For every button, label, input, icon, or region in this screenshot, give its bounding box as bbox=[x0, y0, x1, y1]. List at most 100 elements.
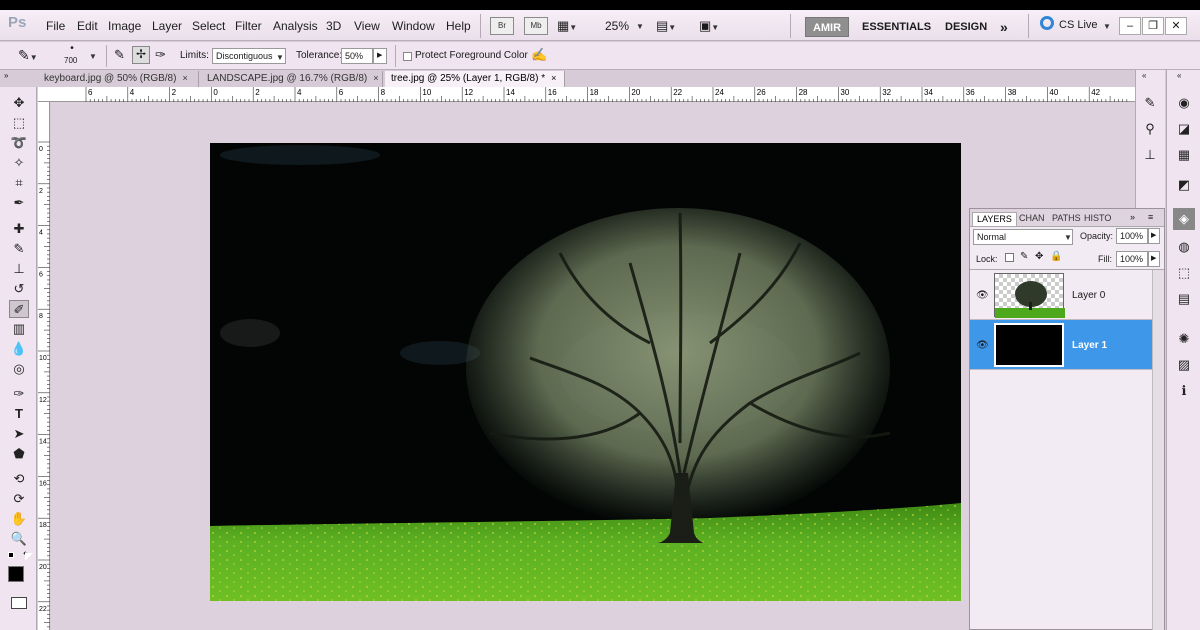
healing-brush-tool-icon[interactable]: ✚ bbox=[9, 220, 29, 238]
menu-help[interactable]: Help bbox=[446, 19, 471, 33]
clone-stamp-tool-icon[interactable]: ⊥ bbox=[9, 260, 29, 278]
lock-all-icon[interactable]: 🔒 bbox=[1050, 251, 1062, 262]
limits-select[interactable]: Discontiguous bbox=[212, 48, 286, 64]
layer-name[interactable]: Layer 1 bbox=[1072, 340, 1107, 351]
swatches-icon[interactable]: ▦ bbox=[1173, 144, 1195, 166]
cs-live-button[interactable]: CS Live bbox=[1059, 19, 1098, 31]
menu-analysis[interactable]: Analysis bbox=[273, 19, 318, 33]
info-icon[interactable]: ℹ bbox=[1173, 380, 1195, 402]
tab-history[interactable]: HISTO bbox=[1080, 212, 1115, 226]
navigator-icon[interactable]: ◉ bbox=[1173, 92, 1195, 114]
lasso-tool-icon[interactable]: ➰ bbox=[9, 134, 29, 152]
brush-presets-icon[interactable]: ✎ bbox=[1139, 92, 1161, 114]
tablet-pressure-icon[interactable]: ✍ bbox=[531, 47, 547, 63]
menu-layer[interactable]: Layer bbox=[152, 19, 182, 33]
fill-input[interactable]: 100% bbox=[1116, 251, 1148, 267]
more-workspaces-icon[interactable]: » bbox=[1000, 17, 1008, 37]
lock-pixels-icon[interactable]: ✎ bbox=[1020, 251, 1028, 262]
eyedropper-tool-icon[interactable]: ✒ bbox=[9, 194, 29, 212]
zoom-tool-icon[interactable]: 🔍 bbox=[9, 530, 29, 548]
3d-icon[interactable]: ✺ bbox=[1173, 328, 1195, 350]
menu-filter[interactable]: Filter bbox=[235, 19, 262, 33]
shape-tool-icon[interactable]: ⬟ bbox=[9, 445, 29, 463]
opacity-arrow-icon[interactable]: ▶ bbox=[1148, 228, 1160, 244]
sampling-continuous-icon[interactable]: ✎ bbox=[114, 47, 125, 63]
close-icon[interactable]: ✕ bbox=[1165, 17, 1187, 35]
tab-close-icon[interactable]: × bbox=[182, 73, 187, 83]
panel-menu-icon[interactable]: ≡ bbox=[1148, 212, 1153, 222]
zoom-caret-icon[interactable]: ▼ bbox=[636, 22, 644, 31]
crop-tool-icon[interactable]: ⌗ bbox=[9, 174, 29, 192]
minimize-icon[interactable]: – bbox=[1119, 17, 1141, 35]
tab-close-icon[interactable]: × bbox=[373, 73, 378, 83]
tool-presets-icon[interactable]: ⚲ bbox=[1139, 118, 1161, 140]
quick-mask-icon[interactable] bbox=[11, 597, 27, 609]
tab-close-icon[interactable]: × bbox=[551, 73, 556, 83]
path-selection-tool-icon[interactable]: ➤ bbox=[9, 425, 29, 443]
zoom-level[interactable]: 25% bbox=[605, 19, 629, 33]
dodge-tool-icon[interactable]: ◎ bbox=[9, 360, 29, 378]
sampling-background-icon[interactable]: ✑ bbox=[155, 47, 166, 63]
visibility-eye-icon[interactable]: 👁 bbox=[976, 340, 989, 351]
view-extras-icon[interactable]: ▦▼ bbox=[557, 18, 577, 34]
layers-icon[interactable]: ◈ bbox=[1173, 208, 1195, 230]
tab-landscape[interactable]: LANDSCAPE.jpg @ 16.7% (RGB/8) × bbox=[201, 71, 383, 87]
move-tool-icon[interactable]: ✥ bbox=[9, 94, 29, 112]
tab-keyboard[interactable]: keyboard.jpg @ 50% (RGB/8) × bbox=[38, 71, 199, 87]
dock-collapse-icon[interactable]: « bbox=[1142, 71, 1146, 80]
layer-name[interactable]: Layer 0 bbox=[1072, 290, 1105, 301]
lock-transparency-icon[interactable] bbox=[1005, 253, 1014, 262]
clone-source-icon[interactable]: ⊥ bbox=[1139, 144, 1161, 166]
mini-bridge-button[interactable]: Mb bbox=[524, 17, 548, 35]
tab-channels[interactable]: CHAN bbox=[1015, 212, 1049, 226]
channels-icon[interactable]: ◍ bbox=[1173, 236, 1195, 258]
panel-collapse-icon[interactable]: » bbox=[1130, 212, 1135, 222]
menu-edit[interactable]: Edit bbox=[77, 19, 98, 33]
menu-window[interactable]: Window bbox=[392, 19, 435, 33]
limits-caret-icon[interactable]: ▼ bbox=[276, 53, 284, 62]
restore-icon[interactable]: ❐ bbox=[1142, 17, 1164, 35]
protect-fg-checkbox[interactable] bbox=[403, 52, 412, 61]
opacity-input[interactable]: 100% bbox=[1116, 228, 1148, 244]
foreground-color-swatch[interactable] bbox=[8, 566, 24, 582]
cs-live-icon[interactable] bbox=[1040, 16, 1054, 30]
tolerance-arrow-icon[interactable]: ▶ bbox=[373, 48, 387, 64]
hand-tool-icon[interactable]: ✋ bbox=[9, 510, 29, 528]
fill-arrow-icon[interactable]: ▶ bbox=[1148, 251, 1160, 267]
color-icon[interactable]: ◪ bbox=[1173, 118, 1195, 140]
tabs-collapse-icon[interactable]: » bbox=[4, 71, 8, 80]
3d-orbit-tool-icon[interactable]: ⟳ bbox=[9, 490, 29, 508]
tolerance-input[interactable]: 50% bbox=[341, 48, 373, 64]
quick-selection-tool-icon[interactable]: ✧ bbox=[9, 154, 29, 172]
menu-select[interactable]: Select bbox=[192, 19, 225, 33]
blend-mode-select[interactable]: Normal bbox=[973, 229, 1073, 245]
3d-rotate-tool-icon[interactable]: ⟲ bbox=[9, 470, 29, 488]
brush-size[interactable]: 700 bbox=[64, 56, 77, 65]
sampling-once-icon[interactable]: ✢ bbox=[132, 46, 150, 64]
blur-tool-icon[interactable]: 💧 bbox=[9, 340, 29, 358]
menu-image[interactable]: Image bbox=[108, 19, 141, 33]
layer-row-layer-0[interactable]: 👁 Layer 0 bbox=[970, 270, 1152, 320]
brush-tool-icon[interactable]: ✎ bbox=[9, 240, 29, 258]
brush-dot-icon[interactable]: • bbox=[62, 43, 82, 54]
arrange-documents-icon[interactable]: ▤▼ bbox=[656, 18, 676, 34]
menu-file[interactable]: File bbox=[46, 19, 65, 33]
menu-view[interactable]: View bbox=[354, 19, 380, 33]
document-image[interactable] bbox=[210, 143, 961, 601]
default-colors-icon[interactable] bbox=[8, 552, 14, 558]
blend-mode-caret-icon[interactable]: ▼ bbox=[1064, 233, 1072, 242]
histogram-icon[interactable]: ▨ bbox=[1173, 354, 1195, 376]
tab-layers[interactable]: LAYERS bbox=[972, 212, 1017, 226]
cs-live-caret-icon[interactable]: ▼ bbox=[1103, 22, 1111, 31]
menu-3d[interactable]: 3D bbox=[326, 19, 341, 33]
layers-scrollbar[interactable] bbox=[1152, 270, 1164, 630]
tool-preset-icon[interactable]: ✎▼ bbox=[18, 47, 38, 64]
lock-position-icon[interactable]: ✥ bbox=[1035, 251, 1043, 262]
history-brush-tool-icon[interactable]: ↺ bbox=[9, 280, 29, 298]
paths-icon[interactable]: ⬚ bbox=[1173, 262, 1195, 284]
pen-tool-icon[interactable]: ✑ bbox=[9, 385, 29, 403]
dock2-collapse-icon[interactable]: « bbox=[1177, 71, 1181, 80]
adjustments-icon[interactable]: ◩ bbox=[1173, 174, 1195, 196]
workspace-design[interactable]: DESIGN bbox=[945, 17, 987, 37]
brush-caret-icon[interactable]: ▼ bbox=[89, 52, 97, 61]
